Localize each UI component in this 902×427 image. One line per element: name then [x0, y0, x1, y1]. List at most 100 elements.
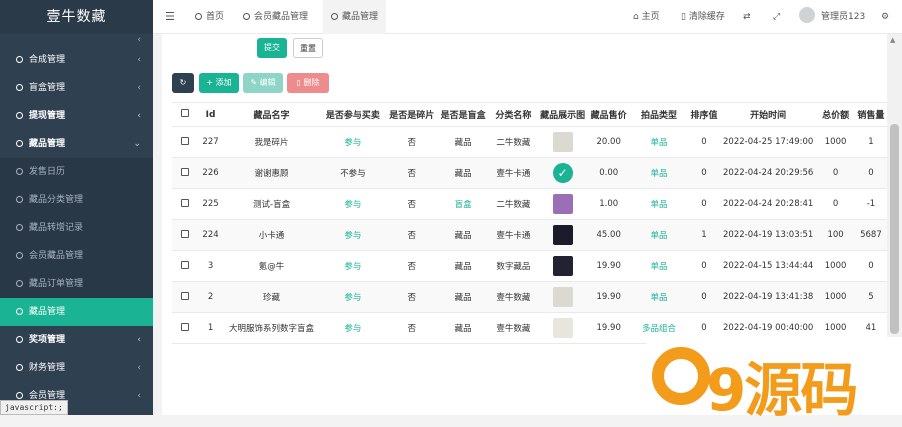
sidebar-item-compose[interactable]: 合成管理 ‹ — [0, 46, 153, 74]
sidebar-item-collection-manage[interactable]: 藏品管理 — [0, 298, 153, 326]
cell-sales: 5687 — [854, 219, 887, 251]
cell-box: 藏品 — [437, 281, 489, 313]
app-logo: 壹牛数藏 — [0, 0, 153, 34]
sidebar-item-orders[interactable]: 藏品订单管理 — [0, 270, 153, 298]
select-all-checkbox[interactable] — [172, 102, 198, 127]
row-checkbox[interactable] — [172, 157, 198, 189]
row-checkbox[interactable] — [172, 281, 198, 313]
sidebar-item-finance[interactable]: 财务管理 ‹ — [0, 354, 153, 382]
sidebar-item-label: 藏品转增记录 — [29, 223, 84, 233]
cell-type: 单品 — [630, 250, 688, 282]
circle-icon — [16, 140, 23, 147]
cell-cat: 壹牛卡通 — [488, 157, 539, 189]
row-checkbox[interactable] — [172, 188, 198, 220]
scroll-up-icon[interactable]: ▲ — [890, 36, 895, 44]
cell-id: 1 — [197, 312, 224, 344]
delete-button[interactable]: ▯ 删除 — [287, 73, 329, 93]
cell-cat: 壹牛数藏 — [488, 281, 539, 313]
fullscreen-icon[interactable]: ⤢ — [773, 0, 780, 34]
table-row[interactable]: 227 我是碎片 参与否藏品 二牛数藏 20.00 单品 0 2022-04-25 17:49… — [172, 126, 887, 158]
cell-image — [538, 281, 588, 313]
tab-home[interactable]: 首页 — [195, 0, 224, 34]
col-sort[interactable]: 排序值 — [687, 102, 720, 127]
cell-frag: 否 — [386, 126, 438, 158]
table-row[interactable]: 2 珍藏 参与否藏品 壹牛数藏 19.90 单品 0 2022-04-19 13:41:38 1… — [172, 281, 887, 313]
cell-box: 藏品 — [437, 157, 489, 189]
edit-button[interactable]: ✎ 编辑 — [243, 73, 283, 93]
circle-icon — [16, 56, 23, 63]
shuffle-icon[interactable]: ⇄ — [743, 0, 751, 34]
collection-thumbnail[interactable] — [552, 194, 573, 214]
cell-frag: 否 — [386, 250, 438, 282]
cell-box: 藏品 — [437, 312, 489, 344]
cell-type: 单品 — [630, 157, 688, 189]
col-fragment[interactable]: 是否是碎片 — [386, 102, 438, 127]
settings-icon[interactable]: ⚙ — [881, 0, 889, 34]
scrollbar-thumb[interactable] — [890, 124, 899, 334]
row-checkbox[interactable] — [172, 250, 198, 282]
sidebar-item-awards[interactable]: 奖项管理 ‹ — [0, 326, 153, 354]
col-price[interactable]: 藏品售价 — [587, 102, 631, 127]
col-id[interactable]: Id — [197, 102, 224, 127]
col-name[interactable]: 藏品名字 — [223, 102, 320, 127]
pencil-icon: ✎ — [250, 78, 258, 87]
col-image[interactable]: 藏品展示图 — [538, 102, 588, 127]
col-sales[interactable]: 销售量 — [854, 102, 887, 127]
hamburger-icon[interactable]: ☰ — [165, 0, 175, 34]
col-blindbox[interactable]: 是否是盲盒 — [437, 102, 489, 127]
cell-price: 1.00 — [587, 188, 631, 220]
clear-cache-link[interactable]: ▯ 清除缓存 — [681, 0, 725, 34]
sidebar-item-member-collection[interactable]: 会员藏品管理 — [0, 242, 153, 270]
cell-frag: 否 — [386, 188, 438, 220]
tab-member-collection[interactable]: 会员藏品管理 — [243, 0, 308, 34]
table-row[interactable]: 224 小卡通 参与否藏品 壹牛卡通 45.00 单品 1 2022-04-19 13:03:… — [172, 219, 887, 251]
collection-thumbnail[interactable] — [552, 287, 573, 307]
browser-status-bar: javascript:; — [0, 400, 68, 415]
admin-menu[interactable]: 管理员123 — [799, 0, 865, 34]
sidebar-item-transfer-log[interactable]: 藏品转增记录 — [0, 214, 153, 242]
cell-frag: 否 — [386, 157, 438, 189]
sidebar-item-withdraw[interactable]: 提现管理 ‹ — [0, 102, 153, 130]
collection-thumbnail[interactable] — [552, 318, 573, 338]
table-row[interactable]: 225 测试-盲盒 参与否盲盒 二牛数藏 1.00 单品 0 2022-04-24 20:28… — [172, 188, 887, 220]
sidebar-item-blindbox[interactable]: 盲盒管理 ‹ — [0, 74, 153, 102]
collection-thumbnail[interactable] — [552, 256, 573, 276]
sidebar-item-partial[interactable]: ‹ — [0, 34, 153, 46]
cell-sales: 0 — [854, 157, 887, 189]
sidebar-item-release-calendar[interactable]: 发售日历 — [0, 158, 153, 186]
cell-name: 我是碎片 — [223, 126, 320, 158]
add-button[interactable]: + 添加 — [199, 73, 239, 93]
home-link[interactable]: ⌂ 主页 — [633, 0, 660, 34]
cell-id: 227 — [197, 126, 224, 158]
col-total[interactable]: 总价额 — [816, 102, 855, 127]
submit-button[interactable]: 提交 — [257, 38, 287, 58]
collection-thumbnail[interactable]: ✓ — [552, 163, 573, 183]
cell-type: 单品 — [630, 188, 688, 220]
cell-name: 氪@牛 — [223, 250, 320, 282]
refresh-button[interactable]: ↻ — [172, 73, 194, 93]
col-type[interactable]: 拍品类型 — [630, 102, 688, 127]
col-trade[interactable]: 是否参与买卖 — [319, 102, 387, 127]
tab-collection-manage[interactable]: 藏品管理 — [323, 0, 387, 34]
col-category[interactable]: 分类名称 — [488, 102, 539, 127]
row-checkbox[interactable] — [172, 312, 198, 344]
reset-button[interactable]: 重置 — [293, 38, 323, 58]
table-row[interactable]: 226 谢谢惠顾 不参与否藏品 壹牛卡通 ✓ 0.00 单品 0 2022-04-24 20:2… — [172, 157, 887, 189]
q-ring-icon — [652, 347, 710, 405]
cell-name: 大明服饰系列数字盲盒 — [223, 312, 320, 344]
cell-total: 1000 — [816, 281, 855, 313]
col-start-time[interactable]: 开始时间 — [720, 102, 817, 127]
cell-time: 2022-04-24 20:28:41 — [720, 188, 817, 220]
table-row[interactable]: 3 氪@牛 参与否藏品 数字藏品 19.90 单品 0 2022-04-15 13:44:44… — [172, 250, 887, 282]
collection-thumbnail[interactable] — [552, 132, 573, 152]
cell-price: 19.90 — [587, 312, 631, 344]
cell-sort: 0 — [687, 126, 720, 158]
row-checkbox[interactable] — [172, 219, 198, 251]
sidebar-item-collection[interactable]: 藏品管理 ⌄ — [0, 130, 153, 158]
cell-id: 226 — [197, 157, 224, 189]
cell-price: 19.90 — [587, 250, 631, 282]
circle-icon — [16, 224, 23, 231]
sidebar-item-category[interactable]: 藏品分类管理 — [0, 186, 153, 214]
collection-thumbnail[interactable] — [552, 225, 573, 245]
row-checkbox[interactable] — [172, 126, 198, 158]
